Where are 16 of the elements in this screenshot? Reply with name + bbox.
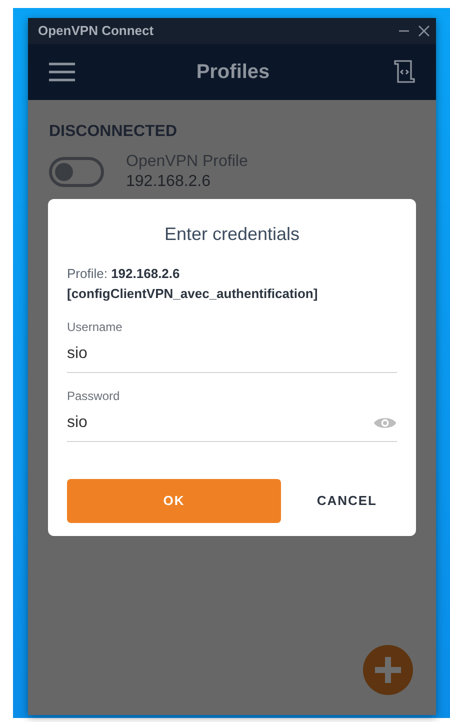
field-label: Password xyxy=(67,388,121,405)
profile-info: Profile: 192.168.2.6 [configClientVPN_avec_authentification] xyxy=(67,265,319,303)
profile-name: OpenVPN Profile xyxy=(126,152,248,172)
field-label: Username xyxy=(67,319,124,336)
close-icon[interactable] xyxy=(418,25,430,37)
profile-address: 192.168.2.6 xyxy=(126,172,212,192)
dialog-title: Enter credentials xyxy=(163,223,301,246)
profile-toggle[interactable] xyxy=(49,157,104,187)
page-title: Profiles xyxy=(196,60,270,85)
window-title: OpenVPN Connect xyxy=(38,22,154,40)
menu-icon[interactable] xyxy=(48,62,76,82)
password-field[interactable]: sio xyxy=(67,405,373,441)
cancel-button[interactable]: CANCEL xyxy=(296,479,397,523)
username-field[interactable]: sio xyxy=(67,336,397,372)
connection-status: DISCONNECTED xyxy=(49,122,178,142)
plus-icon xyxy=(373,655,403,685)
